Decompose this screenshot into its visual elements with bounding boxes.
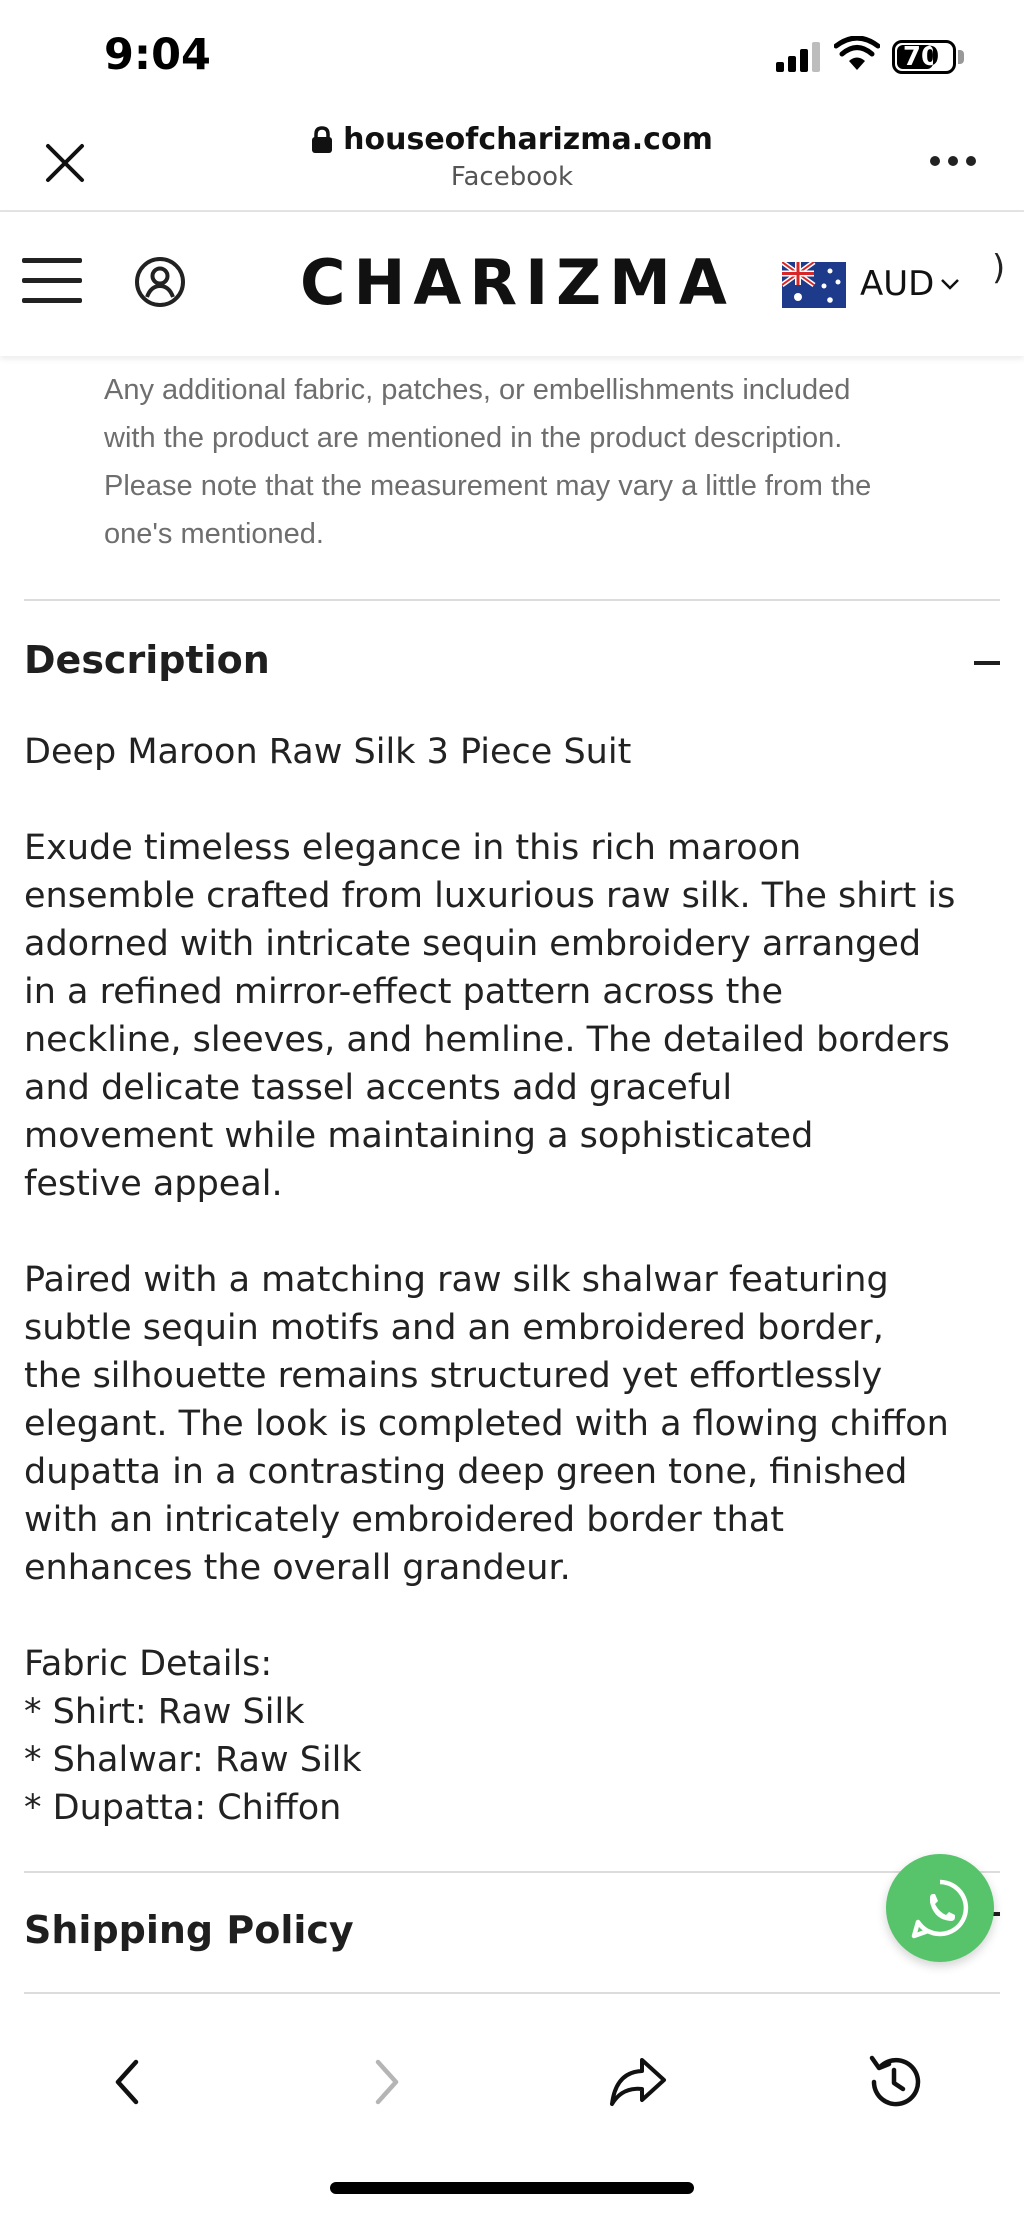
url-line: houseofcharizma.com <box>311 122 713 157</box>
lock-icon <box>312 125 333 153</box>
forward-icon[interactable] <box>356 2052 416 2112</box>
currency-selector[interactable]: AUD <box>860 264 960 304</box>
shipping-policy-heading[interactable]: Shipping Policy <box>24 1908 354 1952</box>
note-line: Please note that the measurement may var… <box>104 470 872 502</box>
currency-label: AUD <box>860 264 935 304</box>
in-app-browser-bar: houseofcharizma.com Facebook <box>0 110 1024 212</box>
source-text: Facebook <box>450 161 574 192</box>
site-logo[interactable]: CHARIZMA <box>300 246 727 319</box>
fabric-item: * Dupatta: Chiffon <box>24 1788 342 1828</box>
address-display[interactable]: houseofcharizma.com Facebook <box>200 122 824 192</box>
description-line: enhances the overall grandeur. <box>24 1548 571 1588</box>
url-text: houseofcharizma.com <box>343 122 713 157</box>
account-icon[interactable] <box>134 256 186 308</box>
page: 9:04 70 houseofcharizma.com Facebook CHA… <box>0 0 1024 2215</box>
description-line: and delicate tassel accents add graceful <box>24 1068 733 1108</box>
description-heading[interactable]: Description <box>24 638 270 682</box>
whatsapp-chat-button[interactable] <box>886 1854 994 1962</box>
back-icon[interactable] <box>98 2052 158 2112</box>
status-time: 9:04 <box>104 30 211 80</box>
fabric-heading: Fabric Details: <box>24 1644 273 1684</box>
description-line: ensemble crafted from luxurious raw silk… <box>24 876 956 916</box>
description-line: dupatta in a contrasting deep green tone… <box>24 1452 908 1492</box>
description-line: subtle sequin motifs and an embroidered … <box>24 1308 884 1348</box>
description-line: with an intricately embroidered border t… <box>24 1500 784 1540</box>
collapse-icon[interactable] <box>974 661 1000 665</box>
description-line: elegant. The look is completed with a fl… <box>24 1404 949 1444</box>
chevron-down-icon <box>941 279 960 290</box>
description-line: adorned with intricate sequin embroidery… <box>24 924 922 964</box>
divider <box>24 599 1000 601</box>
description-line: Exude timeless elegance in this rich mar… <box>24 828 802 868</box>
cart-icon[interactable]: ) <box>992 248 1005 288</box>
status-bar: 9:04 70 <box>0 0 1024 110</box>
description-line: festive appeal. <box>24 1164 283 1204</box>
cellular-signal-icon <box>776 42 822 72</box>
note-line: Any additional fabric, patches, or embel… <box>104 374 851 406</box>
australia-flag-icon[interactable] <box>782 262 846 308</box>
browser-toolbar <box>0 2000 1024 2215</box>
description-body: Deep Maroon Raw Silk 3 Piece Suit Exude … <box>24 728 1004 1832</box>
battery-icon: 70 <box>892 40 956 74</box>
whatsapp-icon <box>911 1879 969 1939</box>
home-indicator <box>330 2182 694 2194</box>
measurement-note: Any additional fabric, patches, or embel… <box>104 366 984 558</box>
note-line: with the product are mentioned in the pr… <box>104 422 843 454</box>
fabric-item: * Shalwar: Raw Silk <box>24 1740 362 1780</box>
description-line: the silhouette remains structured yet ef… <box>24 1356 883 1396</box>
description-line: neckline, sleeves, and hemline. The deta… <box>24 1020 950 1060</box>
divider <box>24 1992 1000 1994</box>
product-name: Deep Maroon Raw Silk 3 Piece Suit <box>24 732 632 772</box>
menu-icon[interactable] <box>22 258 82 304</box>
more-icon[interactable] <box>930 154 980 168</box>
note-line: one's mentioned. <box>104 518 324 550</box>
description-line: movement while maintaining a sophisticat… <box>24 1116 814 1156</box>
description-line: in a refined mirror-effect pattern acros… <box>24 972 784 1012</box>
battery-cap <box>958 50 964 64</box>
site-header: CHARIZMA AUD ) <box>0 212 1024 356</box>
description-line: Paired with a matching raw silk shalwar … <box>24 1260 889 1300</box>
wifi-icon <box>834 36 880 70</box>
share-icon[interactable] <box>608 2052 668 2112</box>
divider <box>24 1871 1000 1873</box>
history-icon[interactable] <box>864 2052 924 2112</box>
close-icon[interactable] <box>40 138 90 188</box>
fabric-item: * Shirt: Raw Silk <box>24 1692 305 1732</box>
battery-percent: 70 <box>902 42 940 72</box>
